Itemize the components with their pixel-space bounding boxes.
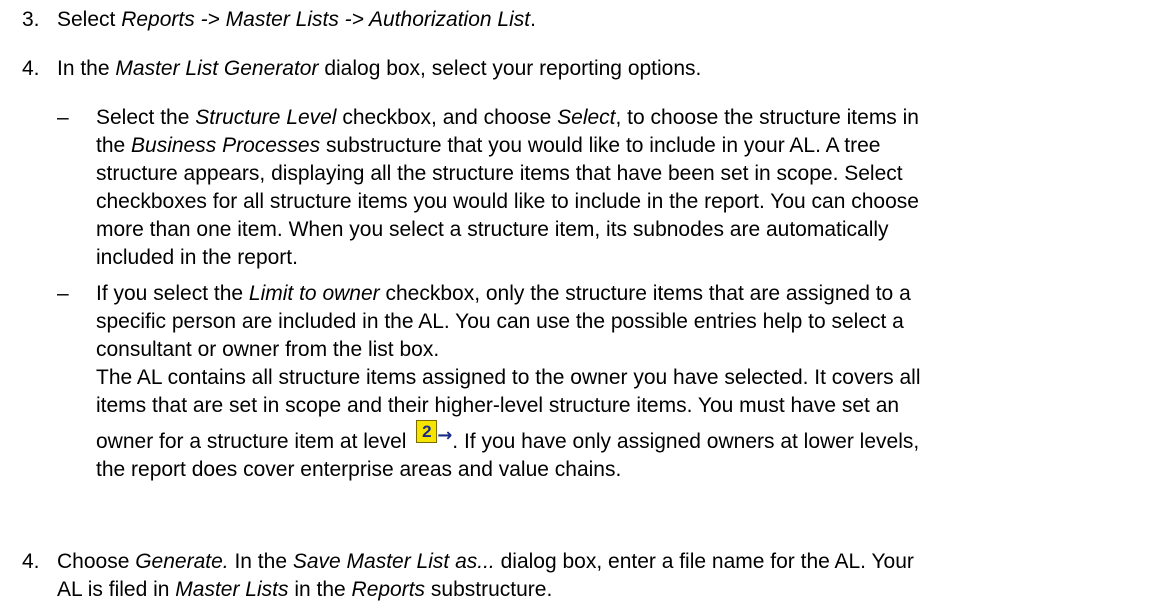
step-number: 3. [22,8,40,31]
bullet-text: Select the Structure Level checkbox, and… [96,106,919,269]
step-number: 4. [22,57,40,80]
step-text: In the Master List Generator dialog box,… [57,57,702,80]
dialog-name: Master List Generator [115,57,319,80]
bullet-text: If you select the Limit to owner checkbo… [96,282,921,481]
step-text: Choose Generate. In the Save Master List… [57,550,914,601]
structure-level-2-icon: 2 → [416,420,452,450]
bullet-dash: – [57,282,69,305]
step-text: Select Reports -> Master Lists -> Author… [57,8,536,31]
step-number: 4. [22,550,40,573]
menu-path: Reports -> Master Lists -> Authorization… [121,8,531,31]
bullet-dash: – [57,106,69,129]
